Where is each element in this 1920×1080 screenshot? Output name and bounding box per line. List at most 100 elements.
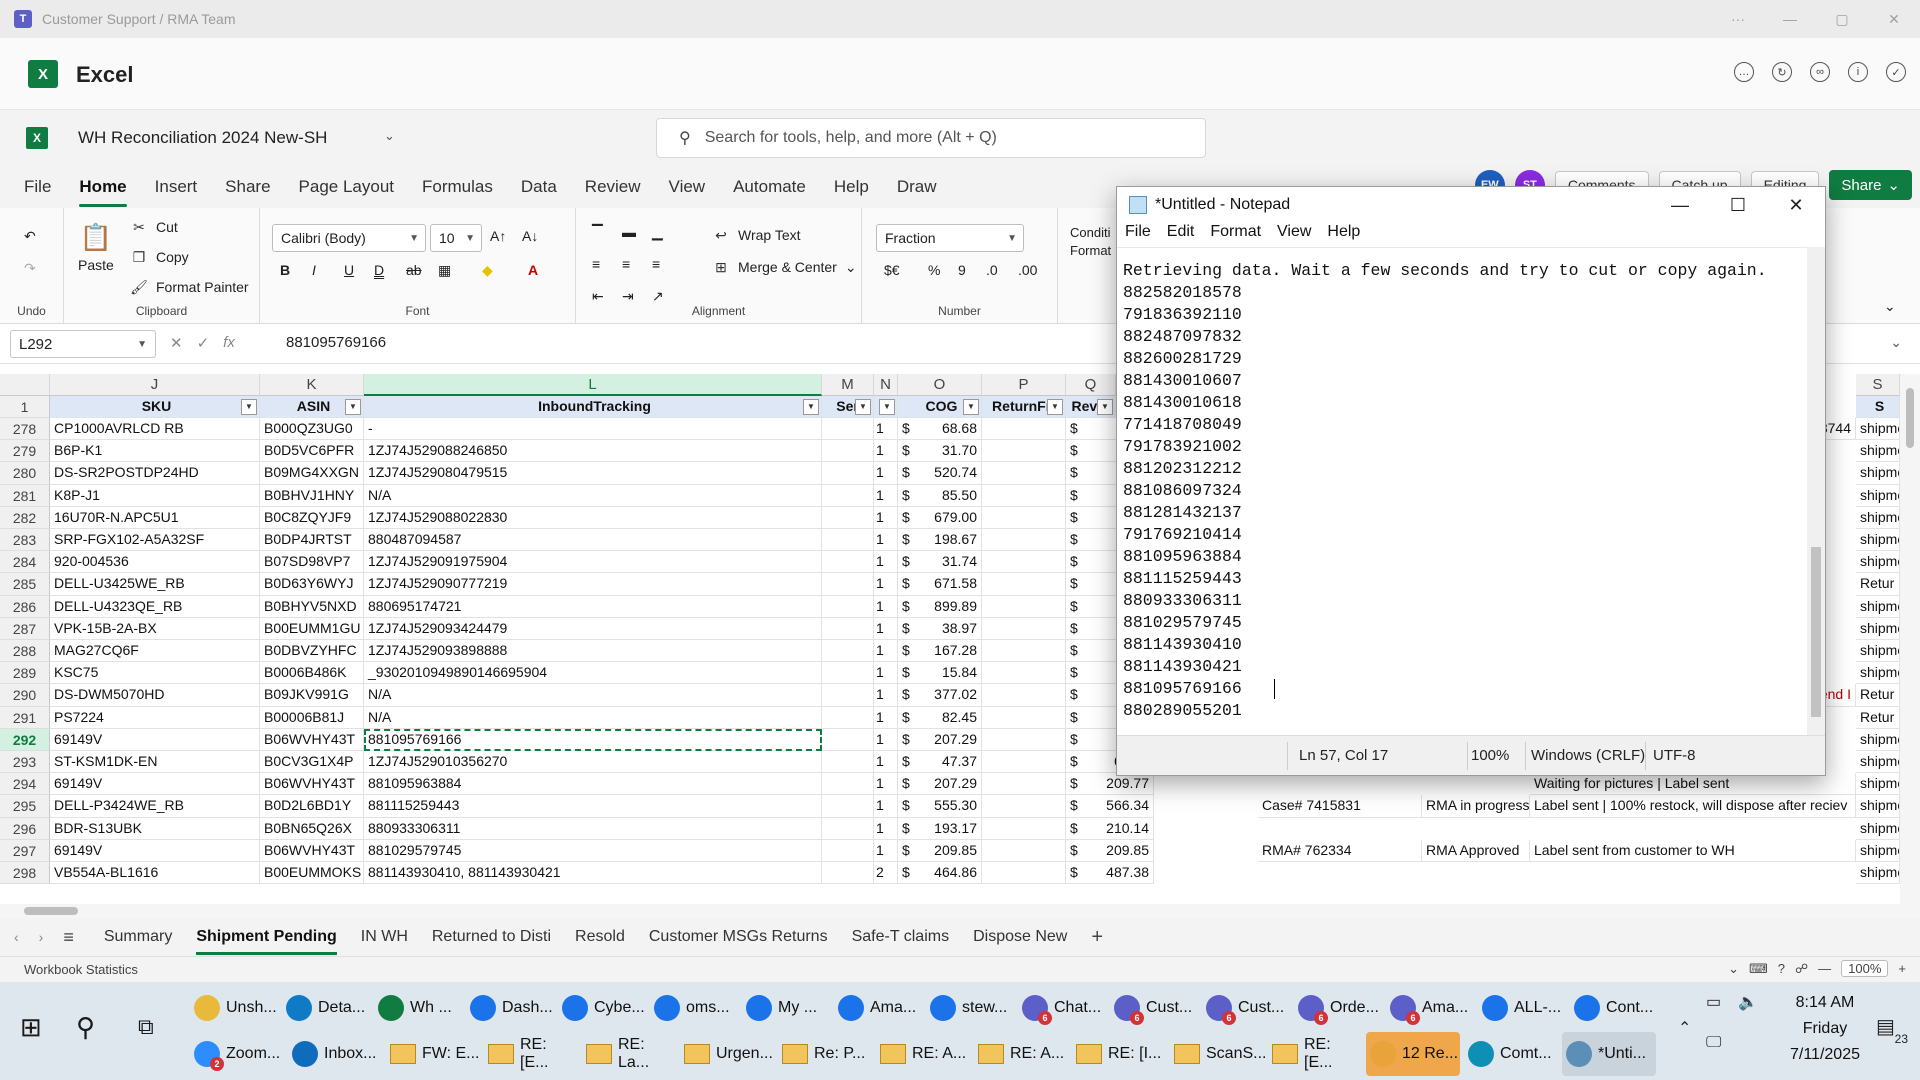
cell-asin[interactable]: B00EUMMOKS	[260, 862, 364, 885]
cell-sku[interactable]: SRP-FGX102-A5A32SF	[50, 529, 260, 552]
cell-sku[interactable]: MAG27CQ6F	[50, 640, 260, 663]
row-header[interactable]: 290	[0, 684, 50, 707]
row-header[interactable]: 287	[0, 617, 50, 640]
cell-sku[interactable]: VB554A-BL1616	[50, 862, 260, 885]
cell-serial[interactable]	[822, 573, 874, 596]
cell-return-fee[interactable]	[982, 728, 1066, 751]
sheet-tab-safe-t-claims[interactable]: Safe-T claims	[852, 928, 950, 946]
cell-asin[interactable]: B0DP4JRTST	[260, 529, 364, 552]
cell-asin[interactable]: B0CV3G1X4P	[260, 751, 364, 774]
cell-sku[interactable]: DELL-U3425WE_RB	[50, 573, 260, 596]
column-header-n[interactable]: N	[874, 374, 898, 396]
taskbar-item[interactable]: Cont...	[1570, 986, 1658, 1030]
taskbar-item[interactable]: 12 Re...	[1366, 1032, 1460, 1076]
cell-shipment-status[interactable]: shipme	[1856, 817, 1900, 840]
column-title-l[interactable]: InboundTracking	[364, 396, 822, 418]
cell-serial[interactable]	[822, 839, 874, 862]
taskbar-item[interactable]: RE: [I...	[1072, 1032, 1166, 1076]
tab-file[interactable]: File	[24, 177, 51, 197]
cell-qty[interactable]: 1	[874, 551, 898, 574]
chevron-down-icon[interactable]: ⌄	[384, 128, 395, 144]
cell-inbound-tracking[interactable]: 1ZJ74J529088022830	[364, 506, 822, 529]
cell-shipment-status[interactable]: shipme	[1856, 595, 1900, 618]
cell-asin[interactable]: B06WVHY43T	[260, 728, 364, 751]
chevron-down-icon[interactable]: ⌄	[1728, 961, 1739, 977]
taskbar-item[interactable]: 6 Cust...	[1110, 986, 1198, 1030]
cell-inbound-tracking[interactable]: 1ZJ74J529010356270	[364, 751, 822, 774]
cell-sku[interactable]: B6P-K1	[50, 440, 260, 463]
cell-inbound-tracking[interactable]: 1ZJ74J529090777219	[364, 573, 822, 596]
cell-shipment-status[interactable]: Retur	[1856, 684, 1900, 707]
task-view-icon[interactable]: ⧉	[138, 1014, 154, 1040]
cell-revenue[interactable]: 566.34	[1084, 795, 1154, 818]
cell-sku[interactable]: 69149V	[50, 728, 260, 751]
conditional-formatting-button[interactable]: Conditi Format	[1070, 224, 1114, 260]
cell-return-fee[interactable]	[982, 506, 1066, 529]
taskbar-item[interactable]: Wh ...	[374, 986, 462, 1030]
taskbar-item[interactable]: Deta...	[282, 986, 370, 1030]
row-header[interactable]: 285	[0, 573, 50, 596]
add-sheet-icon[interactable]: +	[1091, 926, 1103, 949]
cell-sku[interactable]: DELL-P3424WE_RB	[50, 795, 260, 818]
column-header-l[interactable]: L	[364, 374, 822, 396]
taskbar-item[interactable]: 6 Chat...	[1018, 986, 1106, 1030]
cell-qty[interactable]: 1	[874, 751, 898, 774]
row-header[interactable]: 289	[0, 662, 50, 685]
minimize-icon[interactable]: —	[1651, 187, 1709, 223]
formula-input[interactable]: 881095769166	[286, 334, 386, 351]
cell-asin[interactable]: B0BHYV5NXD	[260, 595, 364, 618]
cell-serial[interactable]	[822, 751, 874, 774]
cell-qty[interactable]: 1	[874, 573, 898, 596]
cell-return-fee[interactable]	[982, 640, 1066, 663]
cell-cog[interactable]: 167.28	[916, 640, 982, 663]
cell-inbound-tracking[interactable]: 880933306311	[364, 817, 822, 840]
cell-shipment-status[interactable]: shipme	[1856, 795, 1900, 818]
font-color-icon[interactable]: A	[528, 262, 538, 278]
fill-color-icon[interactable]: ◆	[482, 262, 493, 279]
increase-decimal-icon[interactable]: .0	[986, 262, 998, 278]
cell-sku[interactable]: 920-004536	[50, 551, 260, 574]
cell-return-fee[interactable]	[982, 706, 1066, 729]
network-icon[interactable]: 🖵	[1706, 1034, 1721, 1052]
row-header[interactable]: 298	[0, 862, 50, 885]
row-header[interactable]: 296	[0, 817, 50, 840]
taskbar-item[interactable]: RE: [E...	[1268, 1032, 1362, 1076]
cell-revenue[interactable]: 209.85	[1084, 839, 1154, 862]
cell-cog[interactable]: 679.00	[916, 506, 982, 529]
tab-formulas[interactable]: Formulas	[422, 177, 493, 197]
cell-serial[interactable]	[822, 862, 874, 885]
cell-inbound-tracking[interactable]: N/A	[364, 706, 822, 729]
borders-icon[interactable]: ▦	[438, 262, 451, 279]
column-title-j[interactable]: SKU	[50, 396, 260, 418]
cell-shipment-status[interactable]: shipme	[1856, 551, 1900, 574]
cell-revenue[interactable]: 210.14	[1084, 817, 1154, 840]
cell-qty[interactable]: 1	[874, 706, 898, 729]
taskbar-item[interactable]: 2 Zoom...	[190, 1032, 284, 1076]
tab-view[interactable]: View	[669, 177, 706, 197]
cell-shipment-status[interactable]: shipme	[1856, 839, 1900, 862]
row-header[interactable]: 293	[0, 751, 50, 774]
more-options-icon[interactable]: ···	[1712, 11, 1764, 27]
cell-asin[interactable]: B0D63Y6WYJ	[260, 573, 364, 596]
sheet-tab-summary[interactable]: Summary	[104, 928, 172, 946]
cell-qty[interactable]: 1	[874, 529, 898, 552]
align-left-icon[interactable]: ≡	[592, 256, 600, 272]
filter-dropdown-icon[interactable]: ▼	[879, 399, 895, 415]
align-bottom-icon[interactable]: ▁	[652, 224, 663, 241]
percent-icon[interactable]: %	[928, 262, 940, 278]
maximize-icon[interactable]: ☐	[1709, 187, 1767, 223]
cell-qty[interactable]: 1	[874, 418, 898, 441]
cell-inbound-tracking[interactable]: 1ZJ74J529091975904	[364, 551, 822, 574]
info-icon[interactable]: i	[1848, 62, 1868, 82]
cell-serial[interactable]	[822, 462, 874, 485]
tab-home[interactable]: Home	[79, 177, 127, 207]
notepad-window[interactable]: *Untitled - Notepad — ☐ ✕ File Edit Form…	[1116, 186, 1826, 776]
cell-inbound-tracking[interactable]: -	[364, 418, 822, 441]
row-header[interactable]: 279	[0, 440, 50, 463]
cell-inbound-tracking[interactable]: 881095769166	[364, 728, 822, 751]
orientation-icon[interactable]: ↗	[652, 288, 664, 305]
cell-shipment-status[interactable]: shipme	[1856, 462, 1900, 485]
cell-cog[interactable]: 31.70	[916, 440, 982, 463]
sheet-tab-in-wh[interactable]: IN WH	[361, 928, 408, 946]
filter-dropdown-icon[interactable]: ▼	[803, 399, 819, 415]
